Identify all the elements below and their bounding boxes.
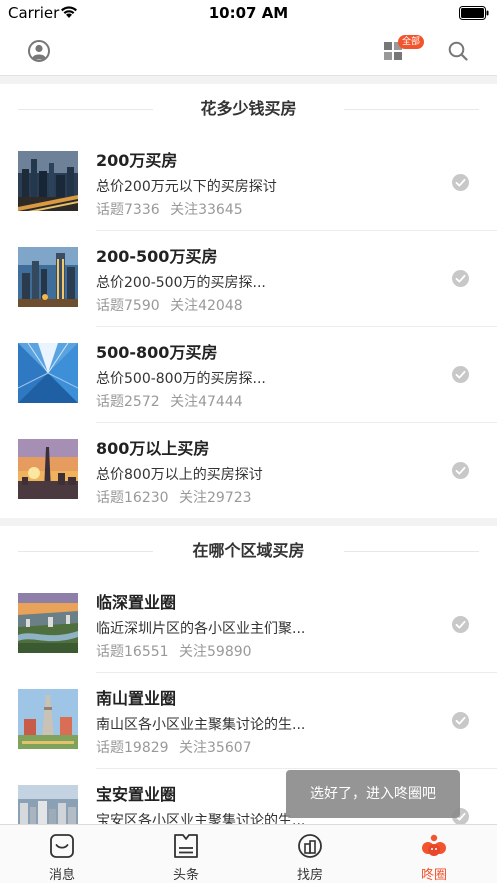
- list-item[interactable]: 200-500万买房 总价200-500万的买房探... 话题7590 关注42…: [0, 230, 497, 326]
- list-item[interactable]: 临深置业圈 临近深圳片区的各小区业主们聚... 话题16551 关注59890: [0, 576, 497, 672]
- item-description: 总价200-500万的买房探...: [96, 275, 266, 291]
- status-time: 10:07 AM: [208, 4, 289, 22]
- message-icon: [50, 834, 74, 858]
- list-item[interactable]: 南山置业圈 南山区各小区业主聚集讨论的生... 话题19829 关注35607: [0, 672, 497, 768]
- item-title: 临深置业圈: [96, 593, 177, 612]
- follow-count: 关注59890: [179, 644, 252, 660]
- tab-headlines[interactable]: 头条: [124, 825, 248, 883]
- battery-icon: [459, 6, 489, 20]
- follow-count: 关注35607: [179, 740, 252, 756]
- item-title: 800万以上买房: [96, 439, 210, 458]
- checkmark-icon[interactable]: [452, 174, 469, 191]
- item-stats: 话题16230 关注29723: [96, 487, 252, 507]
- item-description: 总价800万以上的买房探讨: [96, 467, 263, 483]
- divider: [344, 551, 479, 552]
- enter-circle-toast[interactable]: 选好了，进入咚圈吧: [286, 770, 460, 818]
- dong-circle-icon: [422, 834, 446, 856]
- city-night-thumbnail: [18, 151, 78, 211]
- checkmark-icon[interactable]: [452, 462, 469, 479]
- item-description: 临近深圳片区的各小区业主们聚...: [96, 621, 306, 637]
- topic-count: 话题7336: [96, 202, 160, 218]
- tab-label: 消息: [48, 868, 75, 883]
- item-description: 总价500-800万的买房探...: [96, 371, 266, 387]
- glass-tower-thumbnail: [18, 343, 78, 403]
- section-title: 花多少钱买房: [200, 99, 297, 118]
- tab-dong-circle[interactable]: 咚圈: [372, 825, 496, 883]
- tab-label: 头条: [172, 868, 199, 883]
- divider: [18, 109, 153, 110]
- city-dusk-thumbnail: [18, 247, 78, 307]
- follow-count: 关注33645: [170, 202, 243, 218]
- topic-count: 话题2572: [96, 394, 160, 410]
- section-title: 在哪个区域买房: [192, 541, 305, 560]
- nav-bar: 全部: [0, 28, 497, 76]
- section-header: 在哪个区域买房: [0, 526, 497, 576]
- search-icon[interactable]: [448, 41, 468, 61]
- item-description: 总价200万元以下的买房探讨: [96, 179, 277, 195]
- item-title: 200万买房: [96, 151, 178, 170]
- item-title: 宝安置业圈: [96, 785, 177, 804]
- aerial-sunset-thumbnail: [18, 593, 78, 653]
- divider: [18, 551, 153, 552]
- checkmark-icon[interactable]: [452, 616, 469, 633]
- item-title: 200-500万买房: [96, 247, 218, 266]
- list-item[interactable]: 200万买房 总价200万元以下的买房探讨 话题7336 关注33645: [0, 134, 497, 230]
- headlines-icon: [174, 834, 198, 858]
- divider: [344, 109, 479, 110]
- follow-count: 关注42048: [170, 298, 243, 314]
- list-item[interactable]: 500-800万买房 总价500-800万的买房探... 话题2572 关注47…: [0, 326, 497, 422]
- tab-label: 咚圈: [420, 868, 447, 883]
- item-title: 500-800万买房: [96, 343, 218, 362]
- tab-label: 找房: [296, 868, 323, 883]
- item-description: 南山区各小区业主聚集讨论的生...: [96, 717, 306, 733]
- tab-bar: 消息 头条 找房 咚圈: [0, 824, 497, 883]
- item-title: 南山置业圈: [96, 689, 177, 708]
- item-stats: 话题7590 关注42048: [96, 295, 243, 315]
- item-stats: 话题2572 关注47444: [96, 391, 243, 411]
- topic-count: 话题19829: [96, 740, 169, 756]
- all-badge[interactable]: 全部: [398, 35, 425, 49]
- checkmark-icon[interactable]: [452, 712, 469, 729]
- checkmark-icon[interactable]: [452, 366, 469, 383]
- item-description: 宝安区各小区业主聚集讨论的生...: [96, 813, 306, 824]
- landmark-thumbnail: [18, 689, 78, 749]
- profile-icon[interactable]: [28, 40, 50, 62]
- circle-list[interactable]: 花多少钱买房 200万买房 总价200万元以下的买房探讨 话题7336 关注33…: [0, 84, 497, 824]
- section-budget: 花多少钱买房 200万买房 总价200万元以下的买房探讨 话题7336 关注33…: [0, 84, 497, 518]
- follow-count: 关注29723: [179, 490, 252, 506]
- find-house-icon: [298, 834, 322, 858]
- aerial-city-thumbnail: [18, 785, 78, 824]
- tab-find-house[interactable]: 找房: [248, 825, 372, 883]
- status-bar: Carrier 10:07 AM: [0, 0, 497, 28]
- item-stats: 话题19829 关注35607: [96, 737, 252, 757]
- section-header: 花多少钱买房: [0, 84, 497, 134]
- follow-count: 关注47444: [170, 394, 243, 410]
- tab-messages[interactable]: 消息: [0, 825, 124, 883]
- tower-sunset-thumbnail: [18, 439, 78, 499]
- item-stats: 话题16551 关注59890: [96, 641, 252, 661]
- list-item[interactable]: 800万以上买房 总价800万以上的买房探讨 话题16230 关注29723: [0, 422, 497, 518]
- item-stats: 话题7336 关注33645: [96, 199, 243, 219]
- topic-count: 话题16230: [96, 490, 169, 506]
- topic-count: 话题16551: [96, 644, 169, 660]
- checkmark-icon[interactable]: [452, 270, 469, 287]
- topic-count: 话题7590: [96, 298, 160, 314]
